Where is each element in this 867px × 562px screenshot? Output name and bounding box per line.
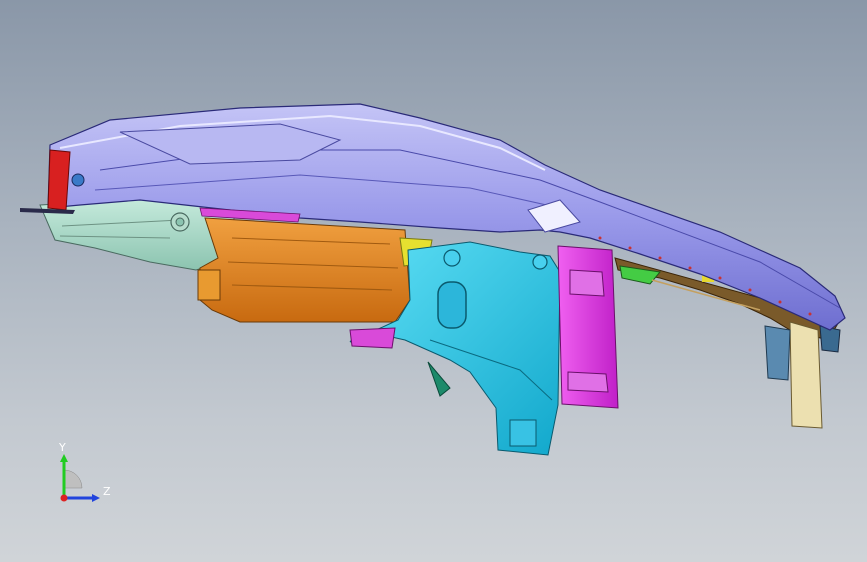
coordinate-triad: Y Z <box>40 440 120 510</box>
magenta-reinforcement-part[interactable] <box>557 245 619 409</box>
axis-triad-icon <box>60 454 100 502</box>
tan-rear-bracket-part[interactable] <box>764 321 841 429</box>
orange-inner-panel-part[interactable] <box>197 217 411 323</box>
car-body-side-model[interactable] <box>0 0 867 562</box>
cad-viewport[interactable]: Y Z <box>0 0 867 562</box>
magenta-small-bracket-part[interactable] <box>349 327 396 349</box>
y-axis-label: Y <box>59 441 66 454</box>
z-axis-label: Z <box>103 485 111 498</box>
